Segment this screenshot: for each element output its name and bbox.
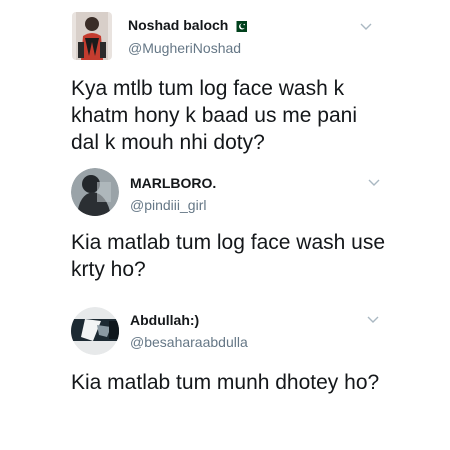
chevron-down-icon[interactable] — [367, 177, 381, 187]
chevron-down-icon[interactable] — [366, 314, 380, 324]
author-handle[interactable]: @pindiii_girl — [130, 197, 206, 213]
avatar[interactable] — [71, 168, 119, 216]
author-name-text: Noshad baloch — [128, 17, 229, 33]
author-handle[interactable]: @besaharaabdulla — [130, 334, 248, 350]
avatar[interactable] — [71, 307, 119, 355]
author-name[interactable]: Abdullah:) — [130, 312, 199, 328]
tweet-text: Kia matlab tum munh dhotey ho? — [71, 371, 380, 394]
author-handle[interactable]: @MugheriNoshad — [128, 40, 241, 56]
tweet-text: Kia matlab tum log face wash use krty ho… — [71, 231, 385, 281]
author-name[interactable]: MARLBORO. — [130, 175, 216, 191]
author-name[interactable]: Noshad baloch — [128, 17, 248, 35]
avatar[interactable] — [72, 12, 112, 60]
tweet: MARLBORO. @pindiii_girl Kia matlab tum l… — [0, 160, 450, 300]
tweet: Abdullah:) @besaharaabdulla Kia matlab t… — [0, 300, 450, 450]
pakistan-flag-icon — [233, 19, 248, 35]
chevron-down-icon[interactable] — [359, 21, 373, 31]
tweet-text: Kya mtlb tum log face wash k khatm hony … — [71, 77, 358, 154]
tweet: Noshad baloch @MugheriNoshad Kya mtlb tu… — [0, 0, 450, 160]
